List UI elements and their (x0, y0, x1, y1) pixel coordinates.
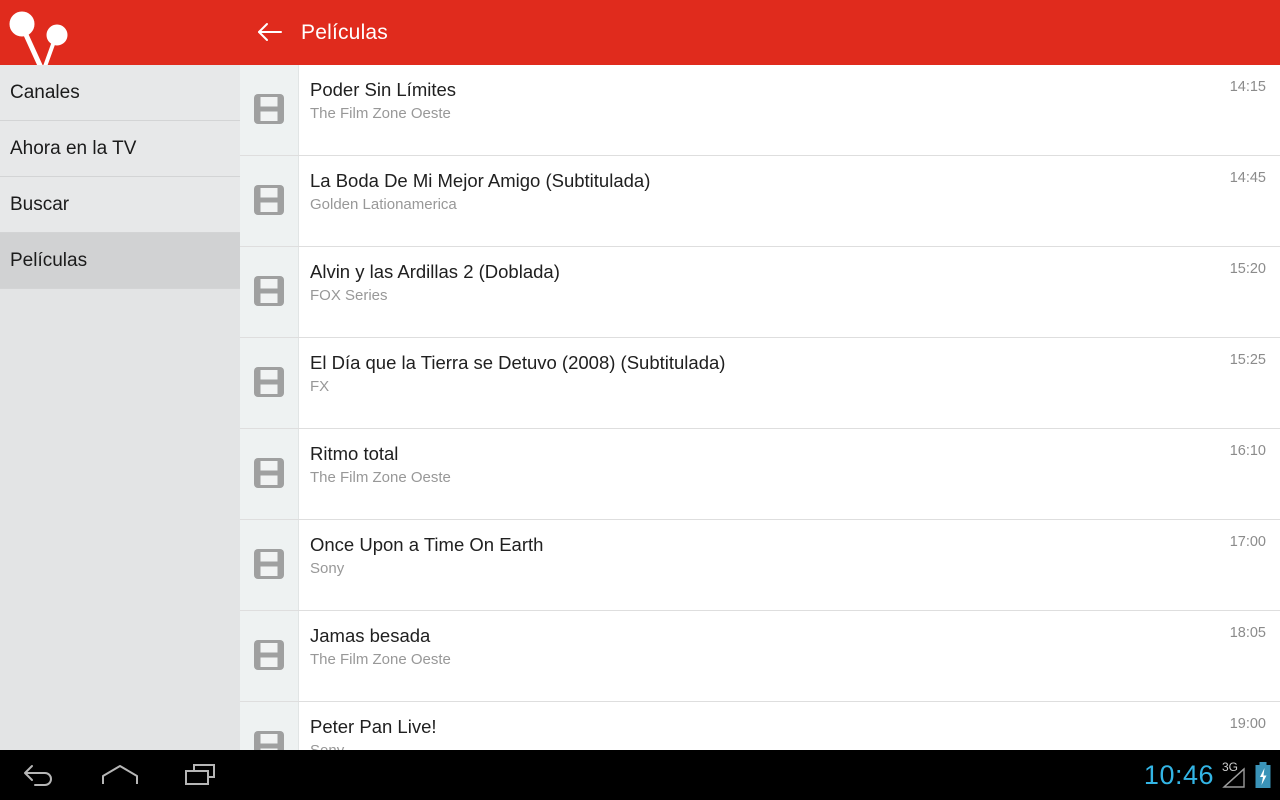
movie-time: 18:05 (1229, 625, 1266, 641)
movie-time: 16:10 (1229, 443, 1266, 459)
navigation-drawer: Canales Ahora en la TV Buscar Películas (0, 65, 240, 800)
movie-title: Ritmo total (310, 443, 399, 464)
android-home-button[interactable] (80, 750, 160, 800)
movie-time: 14:15 (1229, 79, 1266, 95)
movie-channel: The Film Zone Oeste (310, 105, 451, 122)
app-logo-v-icon (9, 11, 68, 65)
signal-bars-icon (1222, 767, 1245, 788)
sidebar-item-label: Buscar (10, 193, 70, 215)
status-clock: 10:46 (1143, 759, 1214, 790)
row-text-cell: Alvin y las Ardillas 2 (Doblada) FOX Ser… (299, 247, 1220, 337)
sidebar-item-label: Ahora en la TV (10, 137, 137, 159)
row-icon-cell (240, 429, 299, 519)
sidebar-item-buscar[interactable]: Buscar (0, 177, 240, 233)
film-strip-icon (254, 185, 284, 215)
movie-time: 17:00 (1229, 534, 1266, 550)
row-icon-cell (240, 247, 299, 337)
android-system-bar: 10:46 3G (0, 750, 1280, 800)
row-text-cell: Ritmo total The Film Zone Oeste (299, 429, 1220, 519)
movie-time: 15:20 (1229, 261, 1266, 277)
film-strip-icon (254, 458, 284, 488)
movie-title: Jamas besada (310, 625, 431, 646)
movie-time: 15:25 (1229, 352, 1266, 368)
table-row[interactable]: Peter Pan Live! Sony 19:00 (240, 702, 1280, 750)
android-recents-icon (185, 764, 215, 785)
film-strip-icon (254, 367, 284, 397)
arrow-left-icon (258, 23, 282, 41)
app-root: Películas Canales Ahora en la TV Buscar … (0, 0, 1280, 800)
app-bar: Películas (0, 0, 1280, 65)
film-strip-icon (254, 731, 284, 750)
movie-channel: The Film Zone Oeste (310, 469, 451, 486)
row-icon-cell (240, 702, 299, 750)
android-recents-button[interactable] (160, 750, 240, 800)
row-text-cell: Jamas besada The Film Zone Oeste (299, 611, 1220, 701)
movie-channel: Sony (310, 560, 345, 577)
status-indicators: 10:46 3G (1144, 750, 1272, 800)
battery-charging-icon (1255, 762, 1271, 788)
android-back-icon (24, 765, 52, 786)
table-row[interactable]: Once Upon a Time On Earth Sony 17:00 (240, 520, 1280, 611)
table-row[interactable]: Jamas besada The Film Zone Oeste 18:05 (240, 611, 1280, 702)
row-text-cell: Poder Sin Límites The Film Zone Oeste (299, 65, 1220, 155)
sidebar-item-label: Canales (10, 81, 80, 103)
film-strip-icon (254, 640, 284, 670)
movie-time: 19:00 (1229, 716, 1266, 732)
page-title: Películas (301, 21, 389, 44)
table-row[interactable]: Poder Sin Límites The Film Zone Oeste 14… (240, 65, 1280, 156)
table-row[interactable]: El Día que la Tierra se Detuvo (2008) (S… (240, 338, 1280, 429)
app-logo (0, 0, 90, 65)
table-row[interactable]: Alvin y las Ardillas 2 (Doblada) FOX Ser… (240, 247, 1280, 338)
movie-title: Once Upon a Time On Earth (310, 534, 544, 555)
movie-title: Peter Pan Live! (310, 716, 437, 737)
android-nav-keys (0, 750, 240, 800)
movie-title: Poder Sin Límites (310, 79, 457, 100)
sidebar-item-peliculas[interactable]: Películas (0, 233, 240, 289)
row-icon-cell (240, 65, 299, 155)
sidebar-empty-area (0, 289, 240, 800)
sidebar-item-canales[interactable]: Canales (0, 65, 240, 121)
row-icon-cell (240, 338, 299, 428)
row-icon-cell (240, 520, 299, 610)
android-home-icon (102, 765, 138, 784)
sidebar-item-label: Películas (10, 249, 88, 271)
movie-channel: Sony (310, 740, 1220, 750)
movies-list[interactable]: Poder Sin Límites The Film Zone Oeste 14… (240, 65, 1280, 750)
back-button[interactable] (248, 10, 292, 54)
sidebar-item-ahora-en-la-tv[interactable]: Ahora en la TV (0, 121, 240, 177)
row-text-cell: Once Upon a Time On Earth Sony (299, 520, 1220, 610)
row-text-cell: El Día que la Tierra se Detuvo (2008) (S… (299, 338, 1220, 428)
film-strip-icon (254, 549, 284, 579)
row-icon-cell (240, 611, 299, 701)
film-strip-icon (254, 94, 284, 124)
movie-title: La Boda De Mi Mejor Amigo (Subtitulada) (310, 170, 651, 191)
movie-title: Alvin y las Ardillas 2 (Doblada) (310, 261, 560, 282)
signal-indicator: 3G (1221, 760, 1247, 790)
movie-title: El Día que la Tierra se Detuvo (2008) (S… (310, 352, 726, 373)
row-icon-cell (240, 156, 299, 246)
table-row[interactable]: La Boda De Mi Mejor Amigo (Subtitulada) … (240, 156, 1280, 247)
movie-time: 14:45 (1229, 170, 1266, 186)
movie-channel: FOX Series (310, 287, 388, 304)
film-strip-icon (254, 276, 284, 306)
table-row[interactable]: Ritmo total The Film Zone Oeste 16:10 (240, 429, 1280, 520)
android-back-button[interactable] (0, 750, 80, 800)
movie-channel: The Film Zone Oeste (310, 651, 451, 668)
movie-channel: Golden Lationamerica (310, 196, 457, 213)
movie-channel: FX (310, 378, 330, 395)
row-text-cell: Peter Pan Live! Sony (299, 702, 1220, 750)
row-text-cell: La Boda De Mi Mejor Amigo (Subtitulada) … (299, 156, 1220, 246)
